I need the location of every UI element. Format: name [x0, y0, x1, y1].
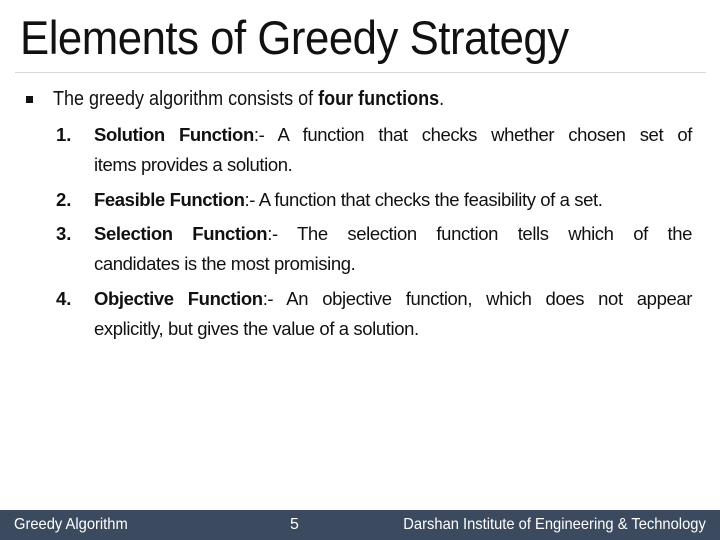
square-bullet-icon — [26, 95, 33, 103]
item-separator: :- — [253, 124, 278, 145]
item-text: The selection function tells which of th… — [297, 223, 692, 244]
item-number: 4. — [56, 288, 72, 309]
list-item: 1. Solution Function:- A function that c… — [56, 120, 692, 180]
intro-bold: four functions — [318, 87, 440, 110]
footer-page-number: 5 — [290, 516, 299, 533]
footer-course-title: Greedy Algorithm — [14, 516, 128, 533]
item-text-cont: candidates is the most promising. — [94, 253, 356, 274]
slide-footer: Greedy Algorithm 5 Darshan Institute of … — [0, 510, 720, 540]
item-number: 2. — [56, 189, 72, 210]
item-text-cont: explicitly, but gives the value of a sol… — [94, 318, 419, 339]
item-separator: :- — [267, 223, 298, 244]
footer-institute: Darshan Institute of Engineering & Techn… — [403, 516, 706, 533]
slide-title: Elements of Greedy Strategy — [20, 11, 569, 64]
list-item: 2. Feasible Function:- A function that c… — [56, 185, 692, 215]
intro-suffix: . — [439, 87, 445, 110]
list-item: 3. Selection Function:- The selection fu… — [56, 219, 692, 279]
item-text: An objective function, which does not ap… — [286, 288, 692, 309]
list-item: 4. Objective Function:- An objective fun… — [56, 284, 692, 344]
intro-prefix: The greedy algorithm consists of — [53, 87, 319, 110]
item-separator: :- — [262, 288, 287, 309]
item-text: A function that checks whether chosen se… — [277, 124, 693, 145]
item-term: Selection Function — [94, 223, 268, 244]
item-text: A function that checks the feasibility o… — [258, 189, 603, 210]
intro-text: The greedy algorithm consists of four fu… — [53, 88, 444, 111]
item-separator: :- — [244, 189, 259, 210]
intro-bullet: The greedy algorithm consists of four fu… — [24, 85, 488, 113]
item-term: Feasible Function — [94, 189, 245, 210]
item-number: 1. — [56, 124, 72, 145]
item-term: Objective Function — [94, 288, 263, 309]
title-divider — [15, 72, 706, 73]
item-number: 3. — [56, 223, 72, 244]
item-term: Solution Function — [94, 124, 254, 145]
item-text-cont: items provides a solution. — [94, 154, 293, 175]
